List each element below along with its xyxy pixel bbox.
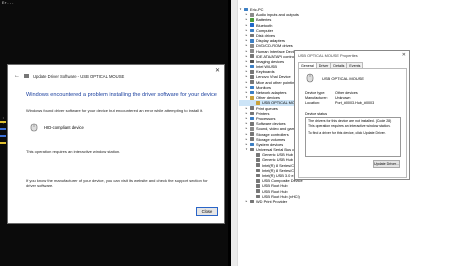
update-driver-button[interactable]: Update Driver...	[373, 160, 400, 168]
device-icon	[250, 80, 254, 85]
device-icon	[256, 173, 260, 178]
status-line: This operation requires an interactive w…	[308, 123, 391, 128]
accent-stripe-yellow	[0, 142, 6, 144]
device-type-label: Device type:	[305, 91, 326, 95]
device-icon	[256, 158, 260, 162]
accent-stripe-blue	[0, 135, 6, 137]
location-label: Location:	[305, 101, 320, 105]
mouse-icon	[30, 123, 38, 132]
device-name: HID-compliant device	[44, 125, 84, 130]
tree-item[interactable]: ▸ WD Print Provider	[239, 199, 365, 204]
device-icon	[256, 194, 260, 199]
device-icon	[250, 85, 254, 90]
manufacturer-label: Manufacturer:	[305, 96, 328, 100]
device-name: USB OPTICAL MOUSE	[322, 76, 365, 81]
device-type-row: Device type: Other devices	[305, 91, 358, 95]
device-icon	[250, 142, 254, 147]
device-icon	[256, 189, 260, 193]
accent-stripe-yellow	[0, 121, 6, 123]
device-icon	[250, 38, 254, 43]
chevron-right-icon[interactable]: ▸	[245, 199, 248, 204]
dialog-title-row: ← Update Driver Software - USB OPTICAL M…	[14, 73, 124, 79]
mouse-icon	[306, 73, 314, 83]
error-note: This operation requires an interactive w…	[26, 149, 121, 154]
scroll-gutter	[231, 0, 238, 266]
close-icon[interactable]: ✕	[215, 67, 220, 74]
accent-stripe-blue	[0, 128, 6, 130]
location-row: Location: Port_#0003.Hub_#0003	[305, 101, 374, 105]
device-icon	[244, 7, 248, 12]
close-icon[interactable]: ✕	[402, 52, 406, 58]
device-icon	[250, 70, 254, 74]
device-small-icon	[24, 74, 29, 78]
device-icon	[250, 28, 254, 33]
device-icon	[256, 168, 260, 173]
close-button[interactable]: Close	[196, 207, 218, 216]
manufacturer-value: Unknown	[335, 96, 351, 100]
manufacturer-row: Manufacturer: Unknown	[305, 96, 350, 100]
device-type-value: Other devices	[335, 91, 358, 95]
device-icon	[250, 116, 254, 121]
device-icon	[250, 59, 254, 64]
tree-item-label: WD Print Provider	[256, 198, 288, 204]
dialog-title: Update Driver Software - USB OPTICAL MOU…	[33, 73, 125, 79]
device-row: HID-compliant device	[30, 123, 84, 132]
error-message: Windows found driver software for your d…	[26, 108, 204, 113]
status-line: The drivers for this device are not inst…	[308, 119, 392, 123]
properties-dialog: USB OPTICAL MOUSE Properties ✕ General D…	[294, 50, 410, 180]
device-icon	[250, 111, 254, 116]
device-icon	[250, 23, 254, 27]
device-icon	[250, 18, 254, 22]
device-icon	[250, 49, 254, 53]
device-icon	[250, 44, 254, 48]
device-icon	[250, 199, 254, 204]
device-icon	[250, 33, 254, 38]
back-arrow-icon[interactable]: ←	[14, 73, 20, 79]
device-status-box[interactable]: The drivers for this device are not inst…	[305, 117, 401, 157]
device-icon	[250, 137, 254, 142]
device-icon	[250, 121, 254, 126]
device-icon	[250, 90, 254, 95]
device-icon	[250, 95, 254, 100]
device-icon	[250, 64, 254, 69]
device-icon	[250, 75, 254, 79]
device-icon	[250, 12, 254, 17]
device-icon	[250, 106, 254, 110]
properties-title: USB OPTICAL MOUSE Properties ✕	[295, 51, 409, 60]
device-icon	[256, 178, 260, 183]
device-icon	[250, 127, 254, 131]
update-driver-dialog: ✕ ← Update Driver Software - USB OPTICAL…	[7, 64, 225, 224]
device-icon	[256, 153, 260, 157]
device-icon	[256, 184, 260, 188]
properties-title-text: USB OPTICAL MOUSE Properties	[298, 53, 358, 58]
status-line: To find a driver for this device, click …	[308, 131, 386, 135]
general-tab-panel: USB OPTICAL MOUSE Device type: Other dev…	[298, 68, 407, 178]
error-heading: Windows encountered a problem installing…	[26, 92, 217, 98]
device-status-label: Device status	[305, 112, 328, 116]
device-icon	[256, 101, 260, 105]
device-icon	[256, 163, 260, 168]
help-text: If you know the manufacturer of your dev…	[26, 178, 208, 188]
location-value: Port_#0003.Hub_#0003	[335, 101, 375, 105]
device-icon	[250, 147, 254, 152]
device-icon	[250, 132, 254, 136]
device-icon	[250, 54, 254, 59]
